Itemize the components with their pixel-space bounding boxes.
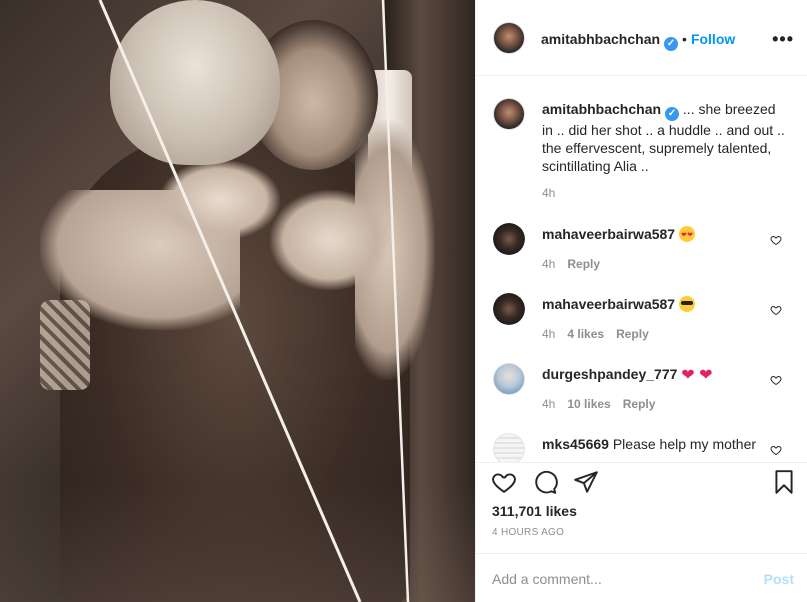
like-comment-heart-icon[interactable]	[770, 444, 782, 456]
post-comment-button[interactable]: Post	[764, 571, 794, 587]
avatar[interactable]	[493, 363, 525, 395]
reply-button[interactable]: Reply	[567, 257, 600, 271]
caption-time[interactable]: 4h	[542, 186, 555, 200]
reply-button[interactable]: Reply	[616, 327, 649, 341]
photo-wires	[98, 0, 410, 602]
more-options-icon[interactable]: •••	[772, 30, 794, 48]
header-user-line: amitabhbachchan ✓ • Follow	[541, 31, 735, 51]
caption-meta: 4h	[542, 186, 567, 200]
comment-icon[interactable]	[532, 469, 558, 495]
comment-likes[interactable]: 10 likes	[567, 397, 610, 411]
post-photo[interactable]	[0, 0, 475, 602]
post-header: amitabhbachchan ✓ • Follow •••	[476, 0, 807, 76]
comment-text-block: mahaveerbairwa587	[542, 295, 788, 313]
verified-badge-icon: ✓	[665, 107, 680, 121]
comment-username[interactable]: mahaveerbairwa587	[542, 296, 675, 312]
like-comment-heart-icon[interactable]	[770, 304, 782, 316]
comment-text: Please help my mother	[612, 436, 757, 452]
follow-button[interactable]: Follow	[691, 31, 735, 47]
header-separator: •	[682, 31, 687, 47]
add-comment-input[interactable]	[492, 568, 742, 590]
add-comment-bar: Post	[476, 553, 807, 602]
reply-button[interactable]: Reply	[623, 397, 656, 411]
avatar[interactable]	[493, 22, 525, 54]
comment-time[interactable]: 4h	[542, 397, 555, 411]
comment-meta: 4h Reply	[542, 257, 612, 271]
comment-meta: 4h 4 likes Reply	[542, 327, 661, 341]
smiling-face-with-sunglasses-icon	[678, 296, 695, 312]
post-actions: 311,701 likes 4 HOURS AGO	[476, 462, 807, 548]
comment-username[interactable]: mks45669	[542, 436, 609, 452]
comment-time[interactable]: 4h	[542, 327, 555, 341]
heart-icon[interactable]	[491, 469, 517, 495]
comment-text-block: mahaveerbairwa587	[542, 225, 788, 245]
comment-text-block: durgeshpandey_777 ❤ ❤	[542, 365, 788, 385]
avatar[interactable]	[493, 98, 525, 130]
caption-text-block: amitabhbachchan ✓ ... she breezed in .. d…	[542, 100, 788, 175]
avatar[interactable]	[493, 223, 525, 255]
avatar[interactable]	[493, 293, 525, 325]
smiling-face-with-heart-eyes-icon	[678, 226, 695, 245]
comment-likes[interactable]: 4 likes	[567, 327, 604, 341]
likes-count[interactable]: 311,701 likes	[492, 503, 577, 519]
caption-username[interactable]: amitabhbachchan	[542, 101, 661, 117]
red-heart-icon: ❤ ❤	[681, 367, 713, 384]
comment-text-block: mks45669 Please help my mother	[542, 435, 788, 453]
post-side-panel: amitabhbachchan ✓ • Follow ••• amitabhbachc…	[475, 0, 807, 602]
post-timestamp[interactable]: 4 HOURS AGO	[492, 527, 564, 538]
comment-username[interactable]: durgeshpandey_777	[542, 366, 677, 382]
header-username[interactable]: amitabhbachchan	[541, 31, 660, 47]
share-icon[interactable]	[573, 469, 599, 495]
avatar[interactable]	[493, 433, 525, 462]
comment-username[interactable]: mahaveerbairwa587	[542, 226, 675, 242]
bookmark-icon[interactable]	[771, 469, 797, 495]
comment-time[interactable]: 4h	[542, 257, 555, 271]
comment-item: mks45669 Please help my mother	[476, 433, 807, 462]
like-comment-heart-icon[interactable]	[770, 374, 782, 386]
like-comment-heart-icon[interactable]	[770, 234, 782, 246]
comment-meta: 4h 10 likes Reply	[542, 397, 667, 411]
verified-badge-icon: ✓	[664, 37, 679, 51]
